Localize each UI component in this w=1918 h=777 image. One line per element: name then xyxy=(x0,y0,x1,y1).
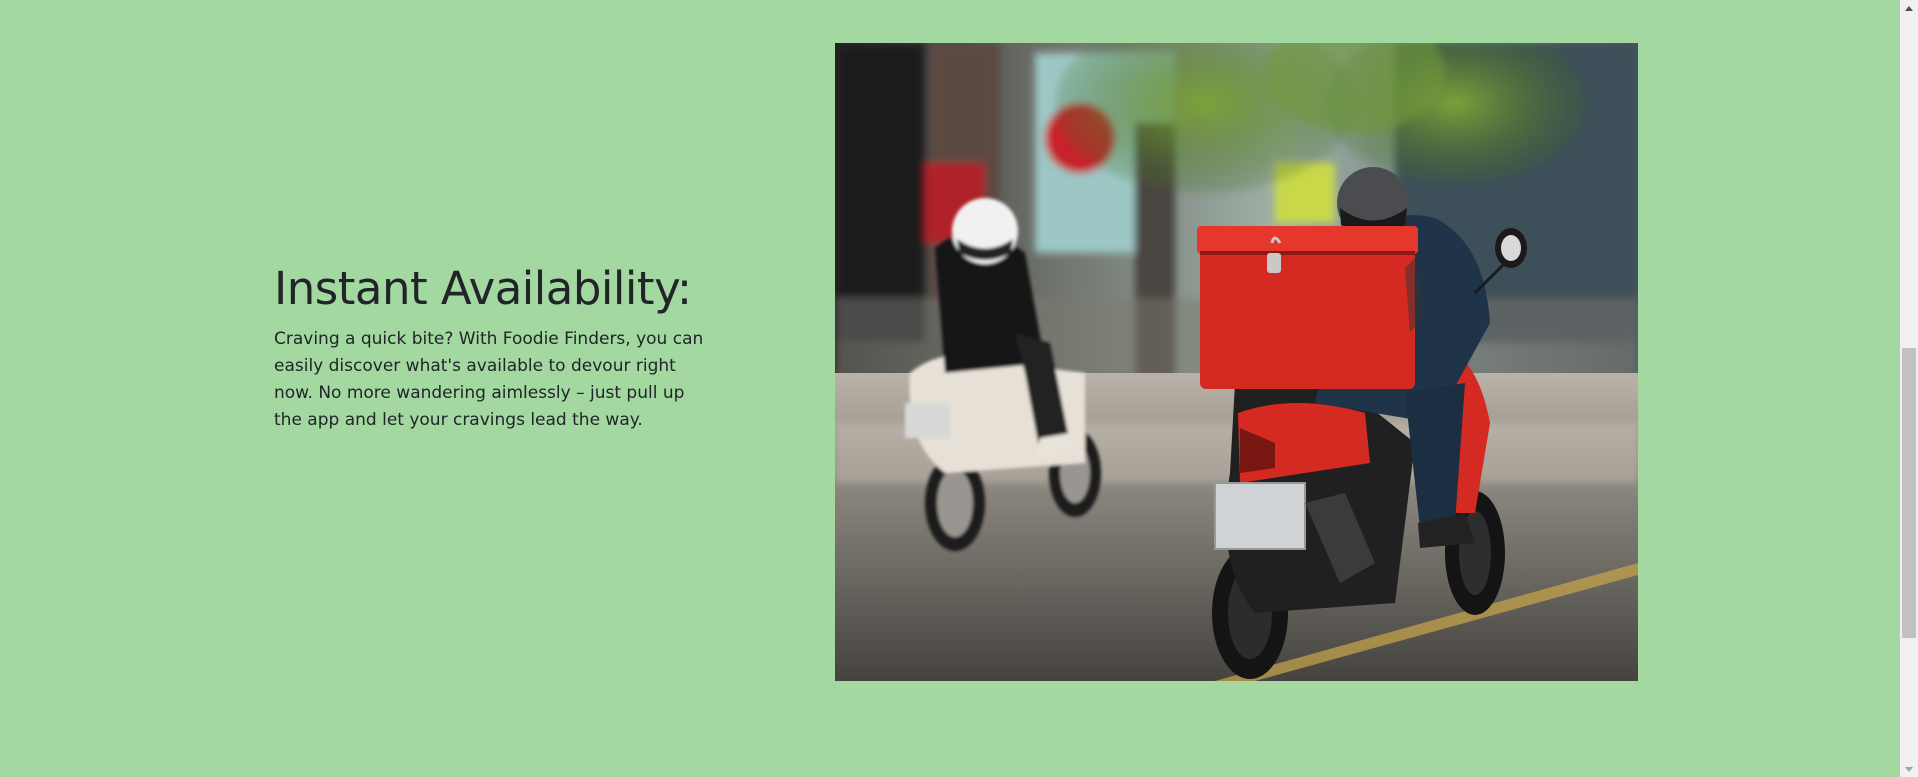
page: Instant Availability: Craving a quick bi… xyxy=(0,0,1918,777)
vertical-scrollbar[interactable] xyxy=(1900,0,1918,777)
feature-heading: Instant Availability: xyxy=(274,262,692,315)
delivery-scooters-photo xyxy=(835,43,1638,681)
scroll-down-arrow-icon[interactable] xyxy=(1900,761,1918,777)
feature-text-block: Instant Availability: Craving a quick bi… xyxy=(274,258,704,434)
scrollbar-thumb[interactable] xyxy=(1902,348,1916,638)
feature-description: Craving a quick bite? With Foodie Finder… xyxy=(274,329,704,430)
scroll-up-arrow-icon[interactable] xyxy=(1900,0,1918,16)
